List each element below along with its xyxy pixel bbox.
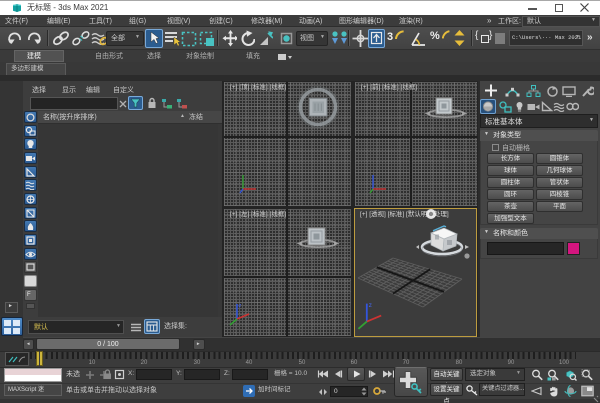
svg-text:z: z xyxy=(369,302,372,309)
svg-text:z: z xyxy=(239,303,242,309)
